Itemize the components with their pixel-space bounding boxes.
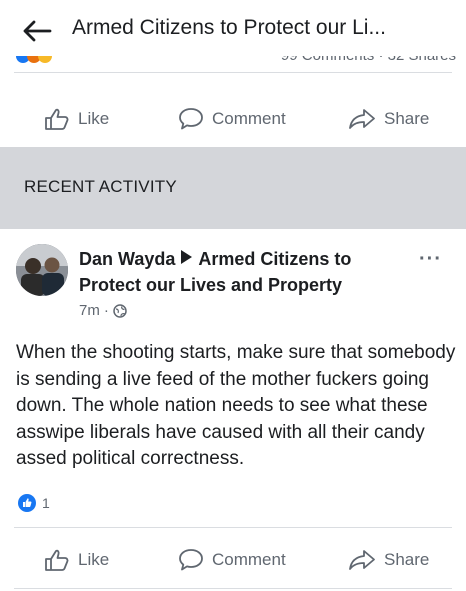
haha-reaction-icon bbox=[38, 56, 52, 63]
post-header: Dan Wayda Armed Citizens to Protect our L… bbox=[79, 246, 399, 298]
comment-button[interactable]: Comment bbox=[178, 99, 286, 139]
like-button[interactable]: Like bbox=[44, 540, 109, 580]
reaction-icons bbox=[16, 56, 60, 63]
comment-bubble-icon bbox=[179, 549, 203, 571]
meta-separator: · bbox=[103, 302, 109, 319]
comments-shares-count[interactable]: 99 Comments · 32 Shares bbox=[281, 56, 456, 64]
comment-label: Comment bbox=[212, 109, 286, 128]
post-meta: 7m · bbox=[79, 302, 127, 319]
like-label: Like bbox=[78, 109, 110, 128]
author-avatar[interactable] bbox=[16, 244, 68, 296]
share-button[interactable]: Share bbox=[348, 99, 429, 139]
share-arrow-icon bbox=[349, 550, 375, 570]
share-label: Share bbox=[384, 550, 430, 569]
more-options-icon[interactable]: ··· bbox=[419, 248, 442, 271]
divider bbox=[14, 527, 452, 528]
divider bbox=[14, 588, 452, 589]
back-arrow-icon[interactable] bbox=[22, 20, 52, 42]
previous-post-action-bar: Like Comment Share bbox=[0, 99, 466, 139]
divider bbox=[14, 72, 452, 73]
like-button[interactable]: Like bbox=[44, 99, 109, 139]
like-badge-icon bbox=[18, 494, 36, 512]
header-title: Armed Citizens to Protect our Li... bbox=[72, 16, 386, 39]
author-name[interactable]: Dan Wayda bbox=[79, 249, 175, 269]
comment-button[interactable]: Comment bbox=[178, 540, 286, 580]
like-count: 1 bbox=[42, 495, 50, 511]
previous-post-summary: 99 Comments · 32 Shares bbox=[0, 56, 466, 70]
top-header: Armed Citizens to Protect our Li... bbox=[0, 0, 466, 62]
share-arrow-icon bbox=[349, 109, 375, 129]
post-body-text: When the shooting starts, make sure that… bbox=[16, 342, 456, 469]
post-time[interactable]: 7m bbox=[79, 302, 100, 319]
thumbs-up-icon bbox=[45, 549, 69, 571]
reaction-summary[interactable]: 1 bbox=[18, 494, 50, 512]
thumbs-up-icon bbox=[45, 108, 69, 130]
recent-activity-heading: RECENT ACTIVITY bbox=[24, 177, 177, 196]
comment-bubble-icon bbox=[179, 108, 203, 130]
share-button[interactable]: Share bbox=[348, 540, 429, 580]
post-action-bar: Like Comment Share bbox=[0, 540, 466, 580]
globe-icon bbox=[113, 303, 127, 318]
share-label: Share bbox=[384, 109, 430, 128]
avatar-photo-icon bbox=[16, 244, 68, 296]
comment-label: Comment bbox=[212, 550, 286, 569]
arrow-right-icon bbox=[181, 250, 193, 264]
like-label: Like bbox=[78, 550, 110, 569]
